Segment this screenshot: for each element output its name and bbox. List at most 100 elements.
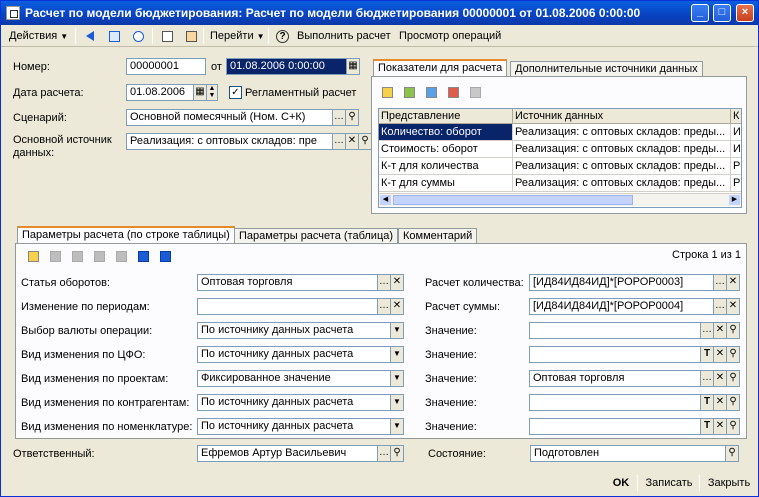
param-select[interactable]: По источнику данных расчета <box>197 394 391 411</box>
column-header[interactable]: Представление <box>379 109 513 124</box>
column-header[interactable]: Источник данных <box>513 109 731 124</box>
save-button[interactable]: Записать <box>642 474 696 492</box>
table-cell[interactable]: Реализация: с оптовых складов: преды... <box>513 141 731 158</box>
open-button[interactable]: ⚲ <box>727 346 740 363</box>
source-field[interactable]: Реализация: с оптовых складов: пре <box>126 133 333 150</box>
type-button[interactable]: T <box>701 418 714 435</box>
edit-row-button[interactable] <box>68 247 86 265</box>
param-select[interactable]: По источнику данных расчета <box>197 418 391 435</box>
end-edit-button[interactable] <box>466 83 484 101</box>
param-field[interactable] <box>529 394 701 411</box>
param-field[interactable] <box>197 298 378 315</box>
table-cell[interactable]: Р <box>731 158 741 175</box>
add-row-button[interactable] <box>24 247 42 265</box>
open-button[interactable]: ⚲ <box>727 418 740 435</box>
select-button[interactable]: … <box>701 322 714 339</box>
param-field[interactable] <box>529 418 701 435</box>
select-button[interactable]: … <box>714 274 727 291</box>
horizontal-scrollbar[interactable]: ◀ ▶ <box>379 193 741 206</box>
param-select[interactable]: По источнику данных расчета <box>197 322 391 339</box>
param-field[interactable]: [ИД84ИД84ИД]*[РОРОР0003] <box>529 274 714 291</box>
ok-button[interactable]: OK <box>607 474 635 492</box>
dropdown-button[interactable]: ▼ <box>391 370 404 387</box>
unpost-button[interactable] <box>182 27 200 45</box>
scroll-thumb[interactable] <box>393 195 633 205</box>
move-up-button[interactable] <box>134 247 152 265</box>
help-button[interactable]: ? <box>273 27 291 45</box>
close-button[interactable]: Закрыть <box>703 474 755 492</box>
param-select[interactable]: По источнику данных расчета <box>197 346 391 363</box>
select-button[interactable]: … <box>714 298 727 315</box>
select-button[interactable]: … <box>378 298 391 315</box>
param-field[interactable]: Оптовая торговля <box>197 274 378 291</box>
refresh-button[interactable] <box>129 27 147 45</box>
tab-comment[interactable]: Комментарий <box>398 228 478 244</box>
calc-date-field[interactable]: 01.08.2006 <box>126 84 194 101</box>
select-button[interactable]: … <box>333 133 346 150</box>
table-cell[interactable]: К-т для суммы <box>379 175 513 192</box>
clear-button[interactable]: ✕ <box>714 322 727 339</box>
type-button[interactable]: T <box>701 346 714 363</box>
tab-params-row[interactable]: Параметры расчета (по строке таблицы) <box>17 226 235 244</box>
open-button[interactable]: ⚲ <box>727 394 740 411</box>
param-field[interactable]: Оптовая торговля <box>529 370 701 387</box>
date-field[interactable]: 01.08.2006 0:00:00 <box>226 58 347 75</box>
table-cell[interactable]: Стоимость: оборот <box>379 141 513 158</box>
param-field[interactable] <box>529 322 701 339</box>
number-field[interactable]: 00000001 <box>126 58 206 75</box>
copy-row-button[interactable] <box>400 83 418 101</box>
param-field[interactable]: [ИД84ИД84ИД]*[РОРОР0004] <box>529 298 714 315</box>
select-button[interactable]: … <box>378 274 391 291</box>
clear-button[interactable]: ✕ <box>391 298 404 315</box>
select-button[interactable]: … <box>333 109 346 126</box>
clear-button[interactable]: ✕ <box>391 274 404 291</box>
type-button[interactable]: T <box>701 394 714 411</box>
move-down-button[interactable] <box>156 247 174 265</box>
column-header[interactable]: К <box>731 109 741 124</box>
tab-params-table[interactable]: Параметры расчета (таблица) <box>234 228 399 244</box>
back-button[interactable] <box>81 27 99 45</box>
param-select[interactable]: Фиксированное значение <box>197 370 391 387</box>
responsible-field[interactable]: Ефремов Артур Васильевич <box>197 445 378 462</box>
dropdown-button[interactable]: ▼ <box>391 322 404 339</box>
table-cell[interactable]: Реализация: с оптовых складов: преды... <box>513 175 731 192</box>
table-cell[interactable]: И <box>731 124 741 141</box>
scroll-left-button[interactable]: ◀ <box>380 195 391 205</box>
param-field[interactable] <box>529 346 701 363</box>
table-cell[interactable]: Реализация: с оптовых складов: преды... <box>513 158 731 175</box>
scenario-field[interactable]: Основной помесячный (Ном. С+К) <box>126 109 333 126</box>
run-calc-button[interactable]: Выполнить расчет <box>297 28 391 44</box>
edit-row-button[interactable] <box>422 83 440 101</box>
state-field[interactable]: Подготовлен <box>530 445 726 462</box>
maximize-button[interactable]: □ <box>713 4 731 22</box>
dropdown-button[interactable]: ▼ <box>391 418 404 435</box>
end-edit-button[interactable] <box>112 247 130 265</box>
dropdown-button[interactable]: ▼ <box>391 346 404 363</box>
open-button[interactable]: ⚲ <box>346 109 359 126</box>
actions-menu-button[interactable]: Действия ▼ <box>9 28 68 44</box>
clear-button[interactable]: ✕ <box>346 133 359 150</box>
select-button[interactable]: … <box>378 445 391 462</box>
regulated-checkbox[interactable]: ✓ <box>229 86 242 99</box>
tab-indicators[interactable]: Показатели для расчета <box>373 59 508 77</box>
open-button[interactable]: ⚲ <box>727 370 740 387</box>
calendar-button[interactable]: ▦ <box>347 58 360 75</box>
clear-button[interactable]: ✕ <box>714 394 727 411</box>
open-button[interactable]: ⚲ <box>727 322 740 339</box>
minimize-button[interactable]: _ <box>691 4 709 22</box>
goto-menu-button[interactable]: Перейти ▼ <box>210 28 265 44</box>
calendar-button[interactable]: ▦ <box>194 84 207 101</box>
title-bar[interactable]: Расчет по модели бюджетирования: Расчет … <box>1 1 758 25</box>
scroll-right-button[interactable]: ▶ <box>729 195 740 205</box>
date-spinner[interactable]: ▲ ▼ <box>207 84 218 101</box>
open-button[interactable]: ⚲ <box>391 445 404 462</box>
post-button[interactable] <box>158 27 176 45</box>
table-cell[interactable]: Реализация: с оптовых складов: преды... <box>513 124 731 141</box>
clear-button[interactable]: ✕ <box>727 274 740 291</box>
delete-row-button[interactable] <box>444 83 462 101</box>
table-cell[interactable]: Количество: оборот <box>379 124 513 141</box>
select-button[interactable]: … <box>701 370 714 387</box>
clear-button[interactable]: ✕ <box>714 346 727 363</box>
clear-button[interactable]: ✕ <box>727 298 740 315</box>
clear-button[interactable]: ✕ <box>714 418 727 435</box>
